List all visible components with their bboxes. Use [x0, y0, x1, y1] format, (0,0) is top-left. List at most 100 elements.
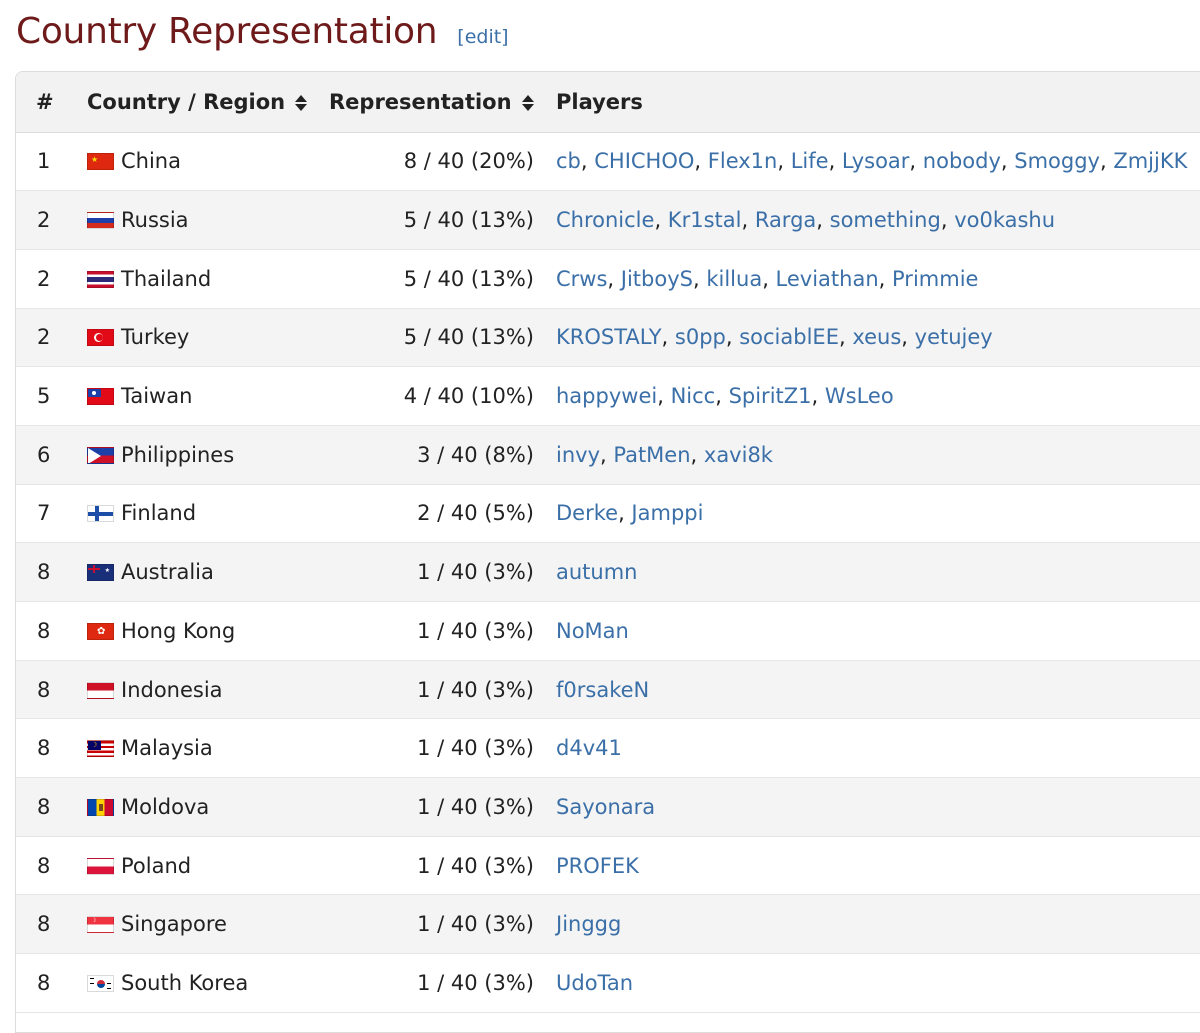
player-separator: , — [580, 149, 595, 174]
section-title: Country Representation — [16, 11, 438, 52]
table-header-row: # Country / Region Representation Player… — [16, 72, 1200, 133]
country-name: Hong Kong — [121, 618, 236, 643]
player-link[interactable]: CHICHOO — [594, 149, 694, 173]
player-link[interactable]: killua — [706, 267, 762, 291]
table-row: 2 Turkey 5 / 40 (13%) KROSTALY, s0pp, socia… — [16, 308, 1200, 367]
country-name: Singapore — [121, 912, 227, 937]
country-cell: ☽ Malaysia — [74, 719, 314, 778]
country-cell: South Korea — [74, 954, 314, 1013]
header-country[interactable]: Country / Region — [74, 72, 314, 133]
player-link[interactable]: Primmie — [892, 267, 978, 291]
player-separator: , — [878, 266, 893, 291]
player-link[interactable]: SpiritZ1 — [729, 384, 812, 408]
player-link[interactable]: Kr1stal — [668, 208, 742, 232]
player-separator: , — [828, 149, 842, 174]
header-representation[interactable]: Representation — [314, 72, 544, 133]
player-link[interactable]: invy — [556, 443, 600, 467]
header-rank: # — [16, 72, 74, 133]
player-link[interactable]: happywei — [556, 384, 657, 408]
rank-cell: 8 — [37, 677, 51, 702]
representation-cell: 5 / 40 (13%) — [403, 266, 534, 291]
representation-cell: 1 / 40 (3%) — [417, 794, 534, 819]
players-cell: invy, PatMen, xavi8k — [544, 425, 1200, 484]
player-link[interactable]: Life — [791, 149, 829, 173]
table-row: 5 Taiwan 4 / 40 (10%) happywei, Nicc, Spiri… — [16, 367, 1200, 426]
representation-cell: 1 / 40 (3%) — [417, 736, 534, 761]
player-separator: , — [725, 325, 740, 350]
player-link[interactable]: yetujey — [915, 325, 993, 349]
player-link[interactable]: xeus — [852, 325, 901, 349]
player-link[interactable]: Flex1n — [708, 149, 778, 173]
rank-cell: 2 — [37, 208, 51, 233]
players-cell: Sayonara — [544, 778, 1200, 837]
country-name: Taiwan — [121, 384, 193, 409]
country-name: Moldova — [121, 794, 210, 819]
player-link[interactable]: KROSTALY — [556, 325, 662, 349]
player-link[interactable]: Crws — [556, 267, 607, 291]
player-link[interactable]: Rarga — [755, 208, 816, 232]
players-cell: cb, CHICHOO, Flex1n, Life, Lysoar, nobod… — [544, 132, 1200, 191]
player-link[interactable]: vo0kashu — [954, 208, 1055, 232]
player-link[interactable]: cb — [556, 149, 581, 173]
country-cell: ☽ Singapore — [74, 895, 314, 954]
player-separator: , — [762, 266, 776, 291]
player-link[interactable]: Lysoar — [842, 149, 910, 173]
rank-cell: 8 — [37, 970, 51, 995]
player-link[interactable]: Sayonara — [556, 795, 655, 819]
representation-cell: 1 / 40 (3%) — [417, 912, 534, 937]
representation-cell: 5 / 40 (13%) — [403, 208, 534, 233]
player-link[interactable]: Nicc — [671, 384, 716, 408]
player-link[interactable]: s0pp — [675, 325, 726, 349]
australia-flag-icon: ★ — [87, 564, 114, 582]
representation-cell: 3 / 40 (8%) — [417, 442, 534, 467]
country-cell: Indonesia — [74, 660, 314, 719]
player-link[interactable]: UdoTan — [556, 971, 633, 995]
country-cell: Thailand — [74, 249, 314, 308]
player-separator: , — [838, 325, 853, 350]
player-link[interactable]: Chronicle — [556, 208, 654, 232]
player-link[interactable]: something — [830, 208, 941, 232]
country-cell: Taiwan — [74, 367, 314, 426]
player-separator: , — [1000, 149, 1015, 174]
country-cell: Philippines — [74, 425, 314, 484]
malaysia-flag-icon: ☽ — [87, 740, 114, 758]
representation-cell: 2 / 40 (5%) — [417, 501, 534, 526]
player-separator: , — [1099, 149, 1114, 174]
player-link[interactable]: NoMan — [556, 619, 629, 643]
header-country-label: Country / Region — [87, 89, 286, 114]
player-separator: , — [692, 266, 707, 291]
rank-cell: 2 — [37, 266, 51, 291]
player-link[interactable]: d4v41 — [556, 736, 622, 760]
player-separator: , — [690, 442, 704, 467]
player-link[interactable]: f0rsakeN — [556, 678, 649, 702]
player-link[interactable]: Jinggg — [556, 912, 621, 936]
taiwan-flag-icon — [87, 388, 114, 406]
player-link[interactable]: sociablEE — [739, 325, 839, 349]
player-link[interactable]: PROFEK — [556, 854, 639, 878]
player-link[interactable]: WsLeo — [825, 384, 894, 408]
table-body: 1 ★ China 8 / 40 (20%) cb, CHICHOO, Flex1n, … — [16, 132, 1200, 1013]
player-link[interactable]: ZmjjKK — [1113, 149, 1187, 173]
player-separator: , — [777, 149, 791, 174]
player-link[interactable]: Leviathan — [776, 267, 879, 291]
player-link[interactable]: PatMen — [613, 443, 690, 467]
player-link[interactable]: Smoggy — [1014, 149, 1100, 173]
player-separator: , — [741, 208, 755, 233]
sort-icon[interactable] — [295, 94, 308, 112]
player-link[interactable]: nobody — [923, 149, 1001, 173]
country-name: South Korea — [121, 970, 249, 995]
moldova-flag-icon — [87, 798, 114, 816]
player-link[interactable]: Jamppi — [631, 501, 703, 525]
country-cell: Poland — [74, 836, 314, 895]
representation-cell: 8 / 40 (20%) — [403, 149, 534, 174]
player-link[interactable]: autumn — [556, 560, 638, 584]
representation-cell: 1 / 40 (3%) — [417, 560, 534, 585]
rank-cell: 7 — [37, 501, 51, 526]
player-link[interactable]: Derke — [556, 501, 618, 525]
edit-link[interactable]: [edit] — [457, 26, 508, 48]
players-cell: autumn — [544, 543, 1200, 602]
player-link[interactable]: xavi8k — [704, 443, 773, 467]
country-name: Russia — [121, 208, 189, 233]
player-link[interactable]: JitboyS — [621, 267, 693, 291]
sort-icon[interactable] — [521, 94, 534, 112]
